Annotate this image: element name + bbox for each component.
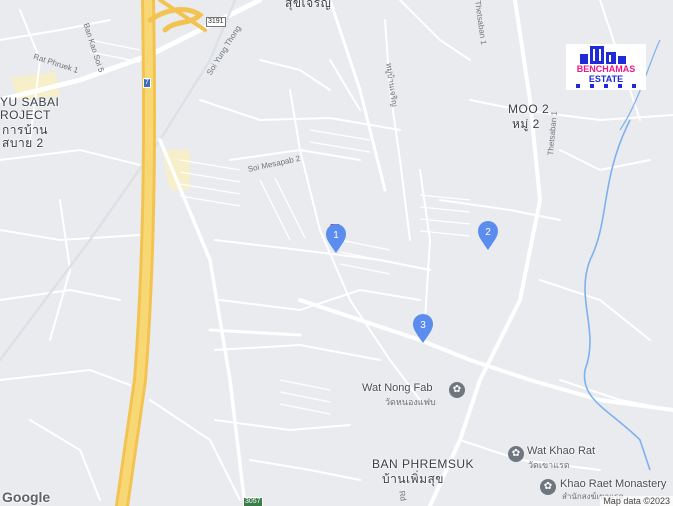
map-marker-1[interactable]: 1 [325, 222, 347, 254]
highway-shield-3191: 3191 [206, 17, 226, 27]
map-attribution[interactable]: Map data ©2023 [600, 496, 673, 506]
poi-wat-khao-rat-sub: วัดเขาแรด [528, 460, 570, 470]
highway-shield-3057: 3057 [243, 497, 263, 506]
logo-text-a: BENCHAMAS [576, 64, 636, 74]
benchamas-estate-logo: BENCHAMAS ESTATE [566, 44, 646, 90]
poi-wat-khao-rat-name: Wat Khao Rat [527, 445, 596, 457]
street-label-rd: Rd [397, 490, 408, 502]
logo-text-b: ESTATE [588, 74, 624, 84]
poi-khao-raet-name: Khao Raet Monastery [560, 478, 667, 490]
marker-label: 1 [333, 230, 339, 241]
marker-label: 2 [485, 227, 491, 238]
area-label-yusabai: YU SABAI [0, 95, 60, 109]
google-logo[interactable]: Google [2, 489, 50, 505]
area-label-moo2: MOO 2 [508, 102, 550, 116]
area-label-moo2-th: หมู่ 2 [512, 117, 540, 131]
highway-shield-7: 7 [143, 78, 151, 88]
area-label-top-th: สุขเจริญ [285, 0, 332, 10]
marker-label: 3 [420, 320, 426, 331]
area-label-banphremsuk-th: บ้านเพิ่มสุข [382, 472, 445, 486]
map-marker-2[interactable]: 2 [477, 221, 499, 251]
temple-icon[interactable]: ✿ [449, 382, 465, 398]
poi-wat-nong-fab-name: Wat Nong Fab [362, 382, 433, 394]
temple-icon[interactable]: ✿ [508, 446, 524, 462]
area-label-project: ROJECT [0, 108, 51, 122]
area-label-yusabai-th2: สบาย 2 [2, 136, 44, 150]
map-marker-3[interactable]: 3 [412, 314, 434, 344]
temple-icon[interactable]: ✿ [540, 479, 556, 495]
map-canvas[interactable]: YU SABAI ROJECT การบ้าน สบาย 2 MOO 2 หมู… [0, 0, 673, 506]
area-label-banphremsuk: BAN PHREMSUK [372, 457, 475, 471]
poi-wat-nong-fab-sub: วัดหนองแฟบ [385, 397, 436, 407]
